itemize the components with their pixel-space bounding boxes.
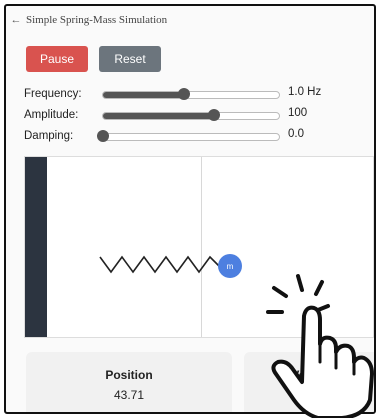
frequency-value: 1.0 Hz xyxy=(288,86,322,98)
back-arrow-icon[interactable]: ← xyxy=(6,14,26,26)
hand-pointer-icon xyxy=(266,274,374,418)
pause-button[interactable]: Pause xyxy=(26,46,88,72)
position-card: Position 43.71 xyxy=(26,352,232,412)
mass-ball: m xyxy=(218,254,242,278)
damping-label: Damping: xyxy=(24,130,74,142)
frequency-slider-fill xyxy=(103,92,184,98)
spring-coil xyxy=(99,255,220,274)
amplitude-slider-fill xyxy=(103,113,214,119)
position-value: 43.71 xyxy=(113,388,145,402)
reset-button[interactable]: Reset xyxy=(99,46,161,72)
amplitude-value: 100 xyxy=(288,107,308,119)
title-bar: ← Simple Spring-Mass Simulation xyxy=(6,6,374,34)
damping-row: Damping: xyxy=(24,128,98,144)
damping-value: 0.0 xyxy=(288,128,304,140)
amplitude-slider-thumb[interactable] xyxy=(207,109,220,121)
amplitude-slider[interactable] xyxy=(102,109,280,121)
amplitude-row: Amplitude: xyxy=(24,107,98,123)
damping-slider-thumb[interactable] xyxy=(97,130,109,142)
frequency-slider[interactable] xyxy=(102,88,280,100)
frequency-row: Frequency: xyxy=(24,86,98,102)
frequency-slider-thumb[interactable] xyxy=(177,88,190,100)
amplitude-label: Amplitude: xyxy=(24,109,79,121)
mass-label: m xyxy=(226,261,234,271)
frequency-label: Frequency: xyxy=(24,88,82,100)
window-title: Simple Spring-Mass Simulation xyxy=(26,14,168,26)
damping-slider[interactable] xyxy=(97,130,280,142)
position-title: Position xyxy=(105,368,153,382)
